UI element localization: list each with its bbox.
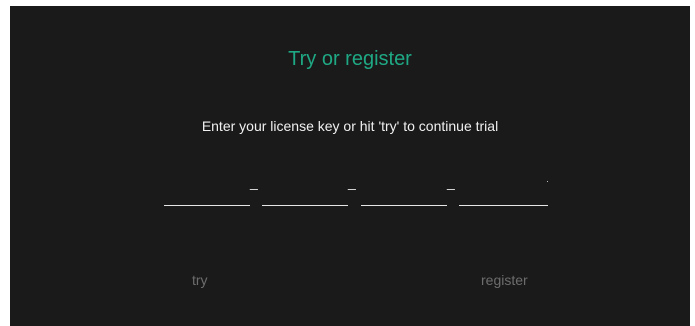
license-key-separator: _: [250, 174, 258, 190]
license-key-segment-2[interactable]: [262, 184, 348, 206]
license-key-segment-1[interactable]: [164, 184, 250, 206]
text-cursor-marker: [547, 181, 548, 182]
license-dialog: Try or register Enter your license key o…: [10, 6, 690, 326]
dialog-title: Try or register: [288, 48, 412, 70]
license-key-segment-3[interactable]: [361, 184, 447, 206]
try-button[interactable]: try: [192, 272, 208, 288]
license-key-separator: _: [348, 174, 356, 190]
dialog-instructions: Enter your license key or hit 'try' to c…: [201, 118, 499, 134]
register-button[interactable]: register: [481, 272, 528, 288]
license-key-separator: _: [447, 174, 455, 190]
license-key-segment-4[interactable]: [459, 184, 548, 206]
